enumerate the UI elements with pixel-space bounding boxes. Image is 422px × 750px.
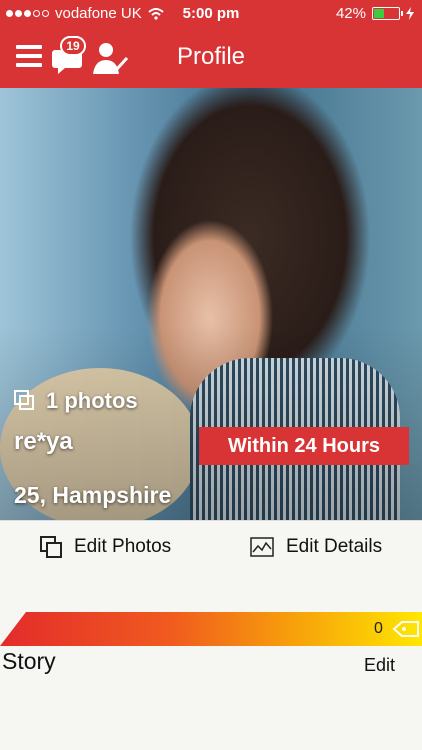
edit-photos-button[interactable]: Edit Photos <box>40 536 171 558</box>
battery-icon <box>372 7 403 20</box>
score-bar <box>0 612 422 646</box>
edit-photos-label: Edit Photos <box>74 536 172 557</box>
profile-age-location: 25, Hampshire <box>14 482 172 508</box>
edit-details-button[interactable]: Edit Details <box>250 536 382 558</box>
photos-count: 1 photos <box>14 388 138 414</box>
edit-details-label: Edit Details <box>286 536 383 557</box>
status-bar: vodafone UK 5:00 pm 42% <box>0 0 422 28</box>
photos-stack-icon <box>14 390 36 412</box>
score-value: 0 <box>374 620 383 637</box>
battery-percent: 42% <box>335 5 366 22</box>
photos-count-label: 1 photos <box>46 388 138 413</box>
profile-photo[interactable]: 1 photos re*ya 25, Hampshire Within 24 H… <box>0 88 422 520</box>
profile-screen: vodafone UK 5:00 pm 42% 19 Profile 1 pho… <box>0 0 422 750</box>
activity-badge: Within 24 Hours <box>199 427 409 465</box>
details-chart-icon <box>250 537 274 557</box>
story-heading: Story <box>2 648 56 674</box>
copy-icon <box>40 536 62 558</box>
charging-icon <box>406 7 414 20</box>
page-title: Profile <box>176 43 246 70</box>
story-edit-link[interactable]: Edit <box>364 655 395 676</box>
arrow-tag-icon <box>392 621 419 637</box>
profile-name: re*ya <box>14 428 73 455</box>
header: vodafone UK 5:00 pm 42% 19 Profile <box>0 0 422 88</box>
edit-bar: Edit Photos Edit Details <box>0 520 422 574</box>
nav-bar: 19 Profile <box>0 28 422 88</box>
